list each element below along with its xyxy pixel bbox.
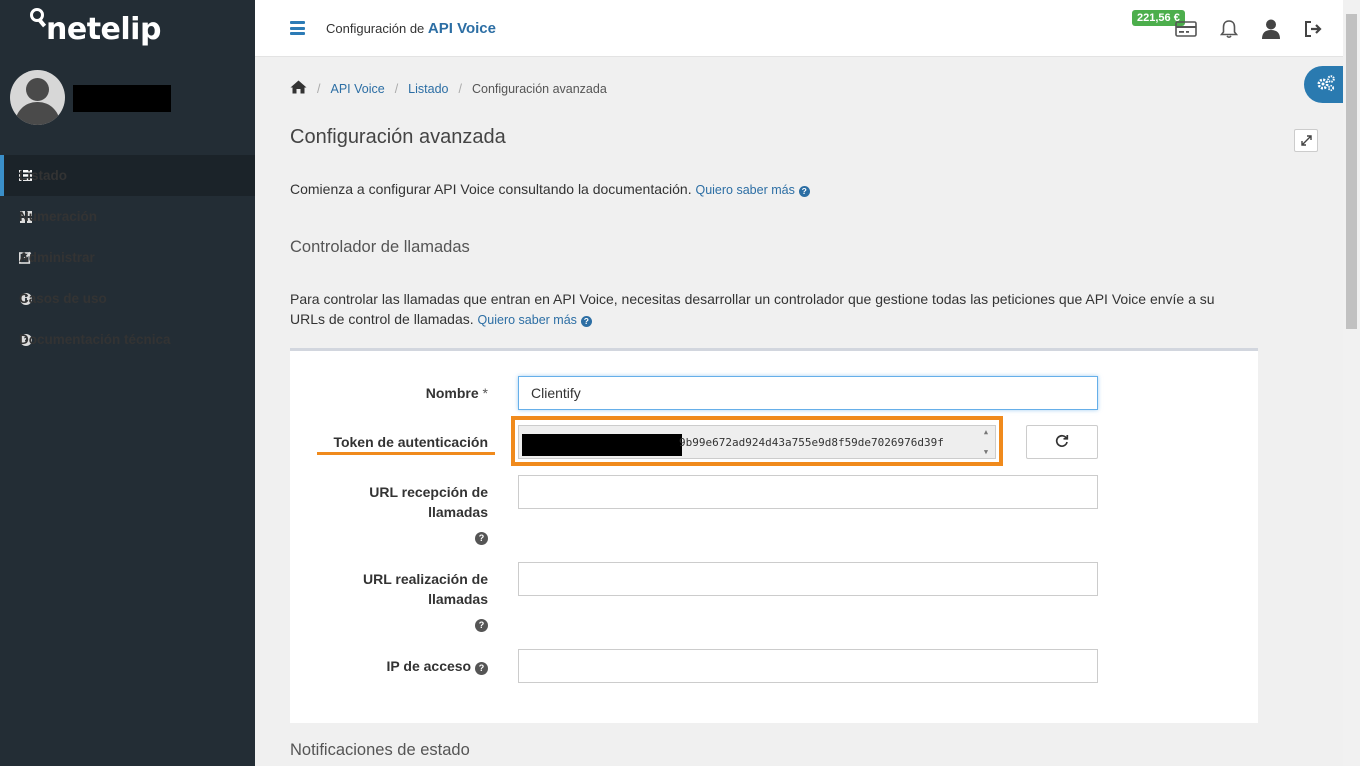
token-label-underline <box>317 452 495 455</box>
token-spinner[interactable]: ▲ ▼ <box>979 428 993 456</box>
sidebar-nav: Listado Numeración Administrar Casos de … <box>0 155 255 360</box>
intro-text: Comienza a configurar API Voice consulta… <box>290 181 810 197</box>
sidebar-item-documentacion[interactable]: ? Documentación técnica <box>0 319 255 360</box>
avatar[interactable] <box>10 70 65 125</box>
controller-description: Para controlar las llamadas que entran e… <box>290 291 1215 327</box>
name-input[interactable]: Clientify <box>518 376 1098 410</box>
name-label: Nombre * <box>425 385 488 401</box>
token-field[interactable]: 9b99e672ad924d43a755e9d8f59de7026976d39f… <box>518 425 996 459</box>
token-redacted-part <box>522 434 682 456</box>
page-scrollbar[interactable] <box>1343 0 1360 766</box>
breadcrumb-api-voice[interactable]: API Voice <box>330 82 384 96</box>
breadcrumb-listado[interactable]: Listado <box>408 82 448 96</box>
top-bar: Configuración de API Voice 221,56 € <box>255 0 1343 57</box>
url-reception-input[interactable] <box>518 475 1098 509</box>
sidebar: netelip Listado Numeración Administrar C… <box>0 0 255 766</box>
regenerate-token-button[interactable] <box>1026 425 1098 459</box>
bell-icon[interactable] <box>1218 18 1240 40</box>
sidebar-item-casos-de-uso[interactable]: Casos de uso <box>0 278 255 319</box>
more-info-link[interactable]: Quiero saber más <box>695 183 794 197</box>
breadcrumb: / API Voice / Listado / Configuración av… <box>290 80 607 97</box>
help-icon[interactable]: ? <box>475 532 488 545</box>
credit-card-icon[interactable] <box>1175 18 1197 40</box>
ip-label: IP de acceso ? <box>330 656 488 676</box>
token-label: Token de autenticación <box>333 434 488 450</box>
menu-toggle-icon[interactable] <box>290 21 305 35</box>
scrollbar-thumb[interactable] <box>1346 14 1357 329</box>
controller-section-title: Controlador de llamadas <box>290 238 470 256</box>
gears-icon <box>1316 74 1336 96</box>
url-origination-label: URL realización de llamadas ? <box>362 571 488 632</box>
help-icon[interactable]: ? <box>475 662 488 675</box>
home-icon[interactable] <box>290 80 307 97</box>
help-circle-icon: ? <box>580 316 592 327</box>
url-reception-label: URL recepción de llamadas ? <box>369 484 488 545</box>
refresh-icon <box>1055 433 1069 452</box>
breadcrumb-current: Configuración avanzada <box>471 81 607 96</box>
user-name-redacted <box>73 85 171 112</box>
user-icon[interactable] <box>1260 18 1282 40</box>
page-title: Configuración avanzada <box>290 126 506 148</box>
help-icon[interactable]: ? <box>475 619 488 632</box>
expand-button[interactable] <box>1294 129 1318 152</box>
header-title: Configuración de API Voice <box>326 20 496 37</box>
sidebar-item-listado[interactable]: Listado <box>0 155 255 196</box>
ip-input[interactable] <box>518 649 1098 683</box>
controller-more-info-link[interactable]: Quiero saber más <box>478 313 577 327</box>
url-origination-input[interactable] <box>518 562 1098 596</box>
notifications-section-title: Notificaciones de estado <box>290 741 470 759</box>
help-circle-icon: ? <box>798 186 810 197</box>
sidebar-item-numeracion[interactable]: Numeración <box>0 196 255 237</box>
sidebar-item-administrar[interactable]: Administrar <box>0 237 255 278</box>
expand-icon <box>1300 131 1312 150</box>
netelip-logo[interactable]: netelip <box>30 6 161 47</box>
logout-icon[interactable] <box>1302 18 1324 40</box>
